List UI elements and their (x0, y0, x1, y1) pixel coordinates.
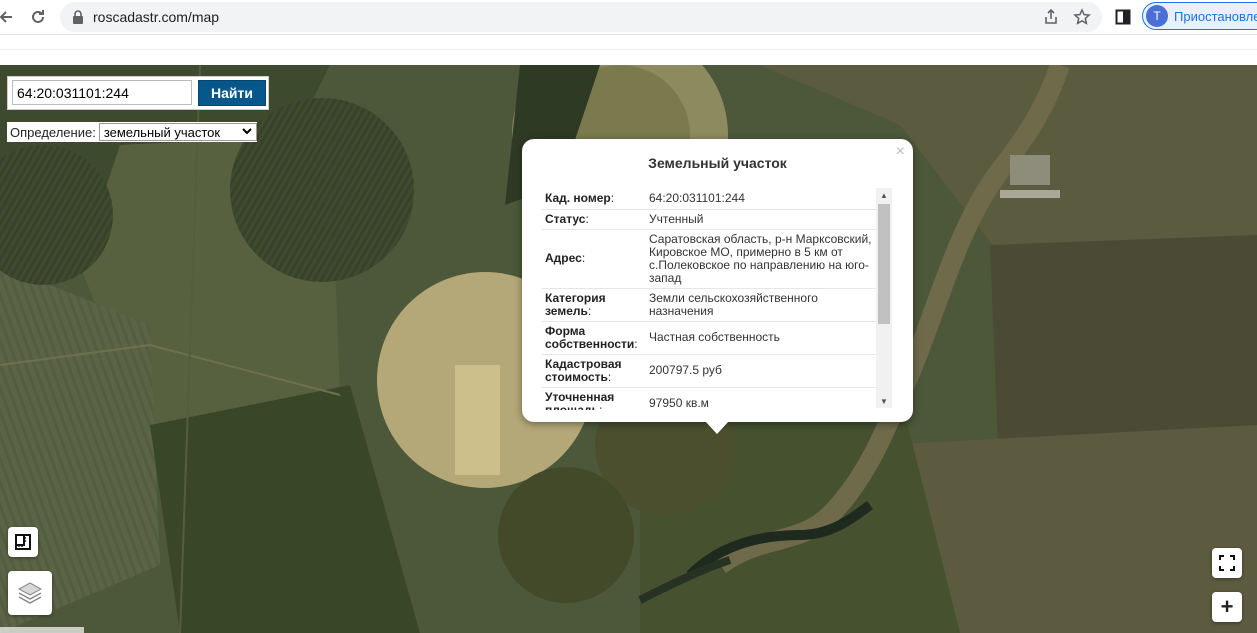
find-button[interactable]: Найти (198, 80, 266, 106)
share-button[interactable] (1041, 7, 1061, 27)
zoom-in-button[interactable]: + (1212, 592, 1242, 622)
scroll-up-arrow-icon[interactable]: ▲ (876, 188, 892, 202)
share-icon (1045, 8, 1057, 24)
row-value: 200797.5 руб (646, 354, 876, 388)
scale-bar (0, 627, 84, 633)
fullscreen-icon (1219, 555, 1235, 571)
row-key: Уточненная площадь: (542, 387, 646, 410)
definition-row: Определение: земельный участок (7, 122, 257, 142)
parcel-info-table: Кад. номер: 64:20:031101:244 Статус: Учт… (542, 188, 876, 410)
table-row: Уточненная площадь: 97950 кв.м (542, 387, 876, 410)
star-icon (1073, 8, 1091, 25)
cadastral-number-input[interactable] (12, 80, 192, 105)
popup-title: Земельный участок (648, 155, 787, 171)
bookmark-button[interactable] (1072, 7, 1092, 27)
profile-button[interactable]: T Приостановлено (1142, 2, 1257, 30)
row-key: Адрес: (542, 229, 646, 289)
table-row: Категория земель: Земли сельскохозяйстве… (542, 288, 876, 322)
row-key: Категория земель: (542, 288, 646, 322)
side-panel-icon (1115, 9, 1131, 25)
cadastral-search-panel: Найти (7, 76, 269, 110)
row-value: Земли сельскохозяйственного назначения (646, 288, 876, 322)
scroll-down-arrow-icon[interactable]: ▼ (876, 394, 892, 408)
address-bar[interactable]: roscadastr.com/map (60, 2, 1102, 32)
row-value: 97950 кв.м (646, 387, 876, 410)
table-row: Форма собственности: Частная собственнос… (542, 321, 876, 355)
popup-scrollbar[interactable]: ▲ ▼ (876, 188, 892, 408)
row-value: Частная собственность (646, 321, 876, 355)
row-value: 64:20:031101:244 (646, 188, 876, 210)
lock-icon (73, 10, 83, 24)
fullscreen-button[interactable] (1212, 548, 1242, 578)
browser-toolbar: roscadastr.com/map T Приостановлено (0, 0, 1257, 34)
popup-pointer (705, 421, 729, 434)
table-row: Статус: Учтенный (542, 209, 876, 230)
row-key: Статус: (542, 209, 646, 230)
chevron-down-icon (242, 128, 252, 135)
row-key: Кадастровая стоимость: (542, 354, 646, 388)
page-header-strip (0, 34, 1257, 65)
ruler-icon (15, 534, 31, 550)
table-row: Кад. номер: 64:20:031101:244 (542, 188, 876, 210)
scroll-thumb[interactable] (878, 204, 890, 324)
layers-icon (17, 582, 43, 604)
parcel-info-popup: × Земельный участок Кад. номер: 64:20:03… (522, 139, 913, 422)
row-key: Кад. номер: (542, 188, 646, 210)
table-row: Адрес: Саратовская область, р-н Марксовс… (542, 229, 876, 289)
measure-button[interactable] (8, 527, 38, 557)
side-panel-button[interactable] (1112, 6, 1134, 28)
url-text: roscadastr.com/map (93, 9, 220, 25)
reload-button[interactable] (26, 5, 50, 29)
row-value: Саратовская область, р-н Марксовский, Ки… (646, 229, 876, 289)
profile-status-label: Приостановлено (1174, 9, 1257, 24)
avatar: T (1146, 5, 1168, 27)
popup-content-scroll[interactable]: Кад. номер: 64:20:031101:244 Статус: Учт… (542, 188, 892, 410)
arrow-left-icon (0, 11, 12, 23)
definition-label: Определение: (10, 124, 96, 140)
row-value: Учтенный (646, 209, 876, 230)
row-key: Форма собственности: (542, 321, 646, 355)
definition-selected-value: земельный участок (103, 124, 221, 140)
definition-select[interactable]: земельный участок (98, 123, 257, 141)
table-row: Кадастровая стоимость: 200797.5 руб (542, 354, 876, 388)
layers-button[interactable] (8, 571, 52, 615)
reload-icon (32, 10, 44, 23)
back-button[interactable] (0, 5, 18, 29)
